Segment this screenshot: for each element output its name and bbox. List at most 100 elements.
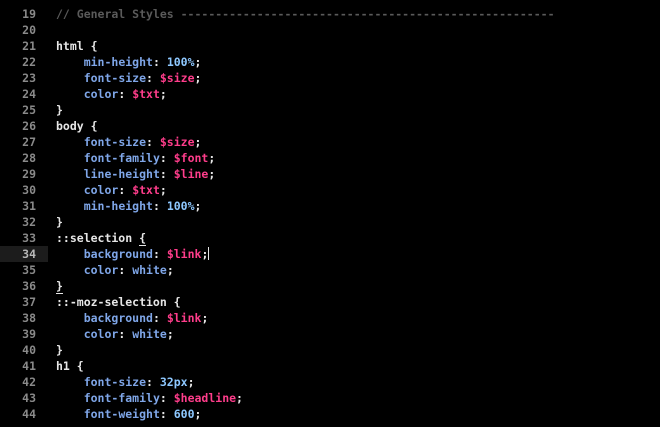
code-line[interactable]: 29 line-height: $line; — [0, 166, 660, 182]
line-code[interactable]: } — [56, 102, 63, 118]
line-code[interactable]: font-family: $font; — [56, 150, 216, 166]
line-number: 44 — [22, 407, 36, 421]
css-value-number: 100% — [166, 55, 195, 69]
code-line[interactable]: 26 body { — [0, 118, 660, 134]
line-code[interactable]: color: $txt; — [56, 86, 167, 102]
line-code[interactable]: color: white; — [56, 262, 174, 278]
line-number: 28 — [22, 151, 36, 165]
code-line[interactable]: 21 html { — [0, 38, 660, 54]
code-text: : — [146, 71, 160, 85]
code-text: ; — [159, 183, 167, 197]
code-text: ; — [201, 247, 209, 261]
css-property: white — [132, 327, 167, 341]
line-code[interactable]: ::selection { — [56, 230, 147, 246]
line-code[interactable]: // General Styles ----------------------… — [56, 6, 555, 22]
line-number: 29 — [22, 167, 36, 181]
code-text: : — [118, 327, 133, 341]
code-text: ; — [194, 71, 202, 85]
scss-variable: $font — [173, 151, 209, 165]
line-number: 20 — [22, 23, 36, 37]
line-number: 36 — [22, 279, 36, 293]
code-line[interactable]: 41 h1 { — [0, 358, 660, 374]
css-property: line-height — [83, 167, 160, 181]
line-code[interactable]: font-weight: 600; — [56, 406, 202, 422]
line-code[interactable]: } — [56, 214, 63, 230]
scss-variable: $link — [166, 247, 202, 261]
code-line[interactable]: 32} — [0, 214, 660, 230]
code-line[interactable]: 24 color: $txt; — [0, 86, 660, 102]
code-line[interactable]: 34 background: $link; — [0, 246, 660, 262]
line-number: 33 — [22, 231, 36, 245]
line-code[interactable]: font-size: $size; — [56, 134, 202, 150]
code-line[interactable]: 33::selection { — [0, 230, 660, 246]
code-line[interactable]: 40} — [0, 342, 660, 358]
code-line[interactable]: 36} — [0, 278, 660, 294]
code-line[interactable]: 22 min-height: 100%; — [0, 54, 660, 70]
css-property: background — [83, 311, 153, 325]
matched-brace: } — [56, 279, 63, 294]
code-text: ::-moz-selection { — [56, 295, 181, 309]
code-line[interactable]: 19 // General Styles --------------------… — [0, 6, 660, 22]
scss-variable: $line — [173, 167, 209, 181]
code-line[interactable]: 31 min-height: 100%; — [0, 198, 660, 214]
css-property: min-height — [83, 199, 153, 213]
line-code[interactable]: min-height: 100%; — [56, 54, 202, 70]
code-line[interactable]: 38 background: $link; — [0, 310, 660, 326]
line-number: 19 — [22, 7, 36, 21]
code-text: : — [118, 87, 133, 101]
line-code[interactable]: min-height: 100%; — [56, 198, 202, 214]
line-code[interactable]: body { — [56, 118, 98, 134]
code-line[interactable]: 23 font-size: $size; — [0, 70, 660, 86]
line-number: 26 — [22, 119, 36, 133]
code-line[interactable]: 37::-moz-selection { — [0, 294, 660, 310]
line-code[interactable]: background: $link; — [56, 310, 209, 326]
code-text: ; — [201, 311, 209, 325]
code-line[interactable]: 35 color: white; — [0, 262, 660, 278]
code-text: ; — [194, 199, 202, 213]
code-line[interactable]: 20 — [0, 22, 660, 38]
line-code[interactable]: color: white; — [56, 326, 174, 342]
line-code[interactable]: h1 { — [56, 358, 84, 374]
line-code[interactable]: html { — [56, 38, 98, 54]
line-number: 35 — [22, 263, 36, 277]
code-line[interactable]: 44 font-weight: 600; — [0, 406, 660, 422]
css-property: white — [132, 263, 167, 277]
code-text: : — [152, 311, 167, 325]
code-line[interactable]: 25} — [0, 102, 660, 118]
line-code[interactable]: line-height: $line; — [56, 166, 216, 182]
line-code[interactable]: } — [56, 278, 63, 294]
code-text: : — [152, 247, 167, 261]
line-code[interactable]: background: $link; — [56, 246, 210, 262]
code-editor[interactable]: 19 // General Styles --------------------… — [0, 0, 660, 427]
code-line[interactable]: 39 color: white; — [0, 326, 660, 342]
line-code[interactable]: } — [56, 342, 63, 358]
line-code[interactable]: ::-moz-selection { — [56, 294, 181, 310]
code-line[interactable]: 27 font-size: $size; — [0, 134, 660, 150]
scss-variable: $headline — [173, 391, 237, 405]
css-property: font-size — [83, 135, 147, 149]
line-code[interactable]: font-family: $headline; — [56, 390, 243, 406]
line-code[interactable]: font-size: $size; — [56, 70, 202, 86]
line-number: 25 — [22, 103, 36, 117]
code-text: : — [118, 263, 133, 277]
code-line[interactable]: 42 font-size: 32px; — [0, 374, 660, 390]
code-line[interactable]: 43 font-family: $headline; — [0, 390, 660, 406]
line-number: 32 — [22, 215, 36, 229]
line-number: 39 — [22, 327, 36, 341]
code-text: ; — [187, 375, 195, 389]
code-line[interactable]: 28 font-family: $font; — [0, 150, 660, 166]
line-code[interactable]: color: $txt; — [56, 182, 167, 198]
code-line[interactable]: 30 color: $txt; — [0, 182, 660, 198]
css-value-number: 100% — [166, 199, 195, 213]
line-code[interactable]: font-size: 32px; — [56, 374, 195, 390]
code-text: ::selection — [56, 231, 140, 245]
line-number: 31 — [22, 199, 36, 213]
code-text: ; — [166, 327, 174, 341]
